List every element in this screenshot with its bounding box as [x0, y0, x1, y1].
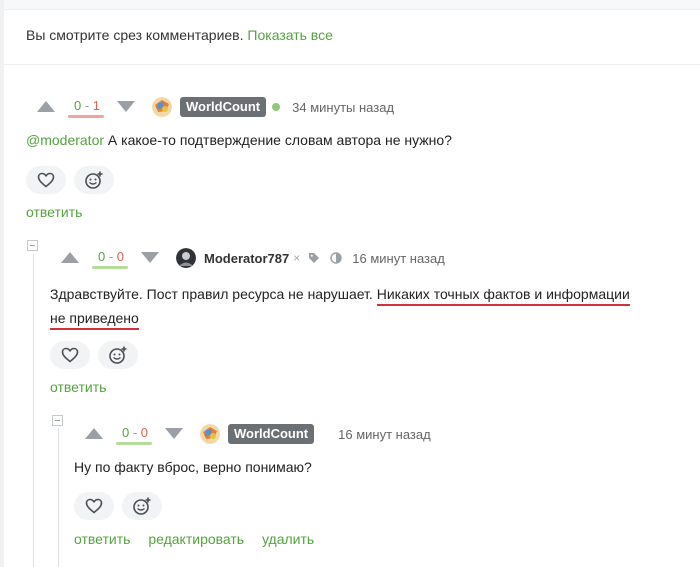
tag-icon: [309, 253, 320, 263]
rating-sep: -: [84, 98, 90, 113]
comment-time[interactable]: 16 минут назад: [352, 251, 445, 266]
moon-icon: [330, 252, 342, 264]
rating-sep: -: [132, 425, 138, 440]
delete-link[interactable]: удалить: [262, 531, 314, 547]
reaction-button[interactable]: [122, 492, 162, 520]
comment-text: Ну по факту вброс, верно понимаю?: [74, 459, 312, 475]
banner-text: Вы смотрите срез комментариев.: [26, 27, 244, 43]
avatar[interactable]: [176, 248, 196, 268]
like-button[interactable]: [26, 166, 66, 194]
comment-3-body: Ну по факту вброс, верно понимаю?: [74, 456, 674, 478]
smiley-add-icon: [85, 171, 103, 189]
show-all-link[interactable]: Показать все: [247, 27, 332, 43]
author-name[interactable]: Moderator787: [204, 251, 289, 266]
rating-plus: 0: [73, 98, 82, 113]
vote-block: 0 - 0: [50, 244, 172, 272]
like-button[interactable]: [74, 492, 114, 520]
rating: 0 - 0: [88, 249, 134, 264]
avatar[interactable]: [152, 97, 172, 117]
rating-minus: 1: [92, 98, 101, 113]
heart-icon: [37, 172, 55, 188]
arrow-up-icon[interactable]: [61, 252, 79, 263]
comment-text: Здравствуйте. Пост правил ресурса не нар…: [50, 286, 373, 302]
smiley-add-icon: [109, 346, 127, 364]
thread-line: [33, 253, 34, 567]
like-button[interactable]: [50, 341, 90, 369]
underlined-text: Никаких точных фактов и информации: [376, 286, 630, 306]
comment-text: А какое-то подтверждение словам автора н…: [107, 132, 452, 148]
comment-1-body: @moderator А какое-то подтверждение слов…: [26, 129, 686, 151]
rating-minus: 0: [140, 425, 149, 440]
online-indicator: [272, 103, 281, 111]
collapse-icon[interactable]: [52, 415, 63, 426]
heart-icon: [85, 498, 103, 514]
thread-line: [58, 428, 59, 567]
comment-1-header: 0 - 1 WorldCount 34 минуты назад: [26, 93, 394, 121]
underlined-text: не приведено: [50, 310, 139, 330]
rating-minus: 0: [116, 249, 125, 264]
collapse-icon[interactable]: [27, 240, 38, 251]
edit-link[interactable]: редактировать: [148, 531, 244, 547]
top-edge: [0, 0, 700, 10]
comment-time[interactable]: 16 минут назад: [338, 427, 431, 442]
arrow-down-icon[interactable]: [141, 252, 159, 263]
rating-plus: 0: [97, 249, 106, 264]
rating: 0 - 1: [64, 98, 110, 113]
comment-1-links: ответить: [26, 204, 96, 220]
user-mention[interactable]: @moderator: [26, 132, 104, 148]
reply-link[interactable]: ответить: [26, 204, 82, 220]
comment-time[interactable]: 34 минуты назад: [292, 100, 394, 115]
arrow-up-icon[interactable]: [37, 101, 55, 112]
left-rail: [0, 0, 4, 567]
arrow-up-icon[interactable]: [85, 428, 103, 439]
heart-icon: [61, 347, 79, 363]
vote-block: 0 - 0: [74, 420, 196, 448]
rating-bar: [92, 266, 128, 269]
vote-block: 0 - 1: [26, 93, 148, 121]
comment-2-links: ответить: [50, 379, 120, 395]
comment-3-header: 0 - 0 WorldCount 16 минут назад: [74, 420, 431, 448]
cross-mark: ×: [293, 251, 301, 265]
comment-3-links: ответить редактировать удалить: [74, 531, 328, 547]
author-badge[interactable]: WorldCount: [228, 424, 315, 444]
rating-sep: -: [108, 249, 114, 264]
arrow-down-icon[interactable]: [117, 101, 135, 112]
comment-2-body: Здравствуйте. Пост правил ресурса не нар…: [50, 282, 680, 330]
comment-2-header: 0 - 0 Moderator787 × 16 минут назад: [50, 244, 445, 272]
reply-link[interactable]: ответить: [74, 531, 130, 547]
smiley-add-icon: [133, 497, 151, 515]
avatar[interactable]: [200, 424, 220, 444]
rating-bar: [68, 115, 104, 118]
arrow-down-icon[interactable]: [165, 428, 183, 439]
rating-plus: 0: [121, 425, 130, 440]
slice-banner: Вы смотрите срез комментариев. Показать …: [26, 27, 333, 43]
author-badge[interactable]: WorldCount: [180, 97, 267, 117]
rating-bar: [116, 442, 152, 445]
banner-divider: [4, 64, 700, 65]
reply-link[interactable]: ответить: [50, 379, 106, 395]
rating: 0 - 0: [112, 425, 158, 440]
reaction-button[interactable]: [98, 341, 138, 369]
reaction-button[interactable]: [74, 166, 114, 194]
